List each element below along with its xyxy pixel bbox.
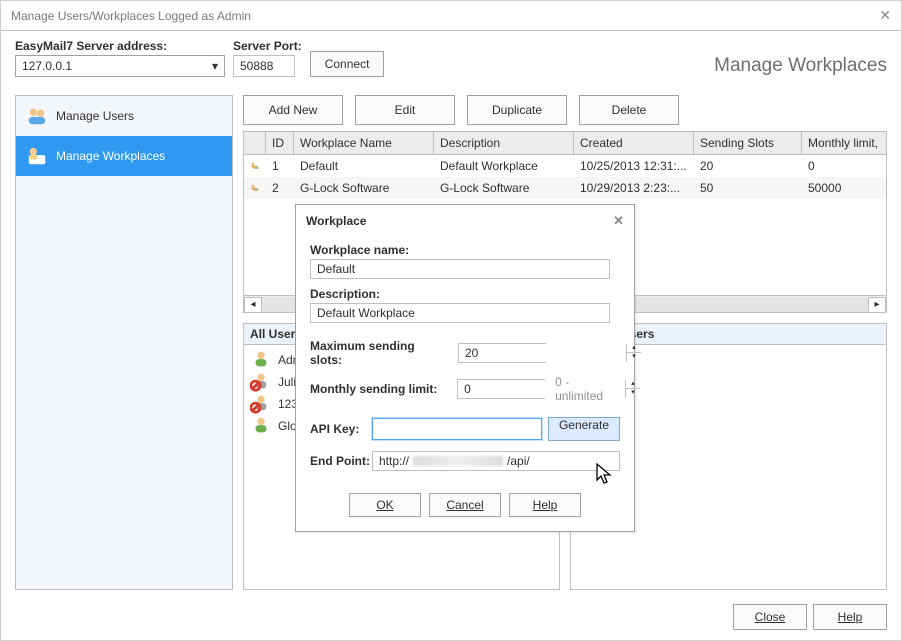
server-port-label: Server Port: <box>233 39 302 53</box>
monthly-limit-label: Monthly sending limit: <box>310 382 447 396</box>
user-ok-icon <box>250 349 272 371</box>
grid-header-desc[interactable]: Description <box>434 132 574 154</box>
window-close-icon[interactable]: ✕ <box>879 7 891 24</box>
sidebar-item-label: Manage Workplaces <box>56 149 165 163</box>
api-key-label: API Key: <box>310 422 366 436</box>
cell-created: 10/25/2013 12:31:... <box>574 157 694 175</box>
duplicate-button[interactable]: Duplicate <box>467 95 567 125</box>
cell-id: 1 <box>266 157 294 175</box>
section-heading: Manage Workplaces <box>714 55 887 77</box>
titlebar: Manage Users/Workplaces Logged as Admin … <box>1 1 901 31</box>
toolbar: Add New Edit Duplicate Delete <box>243 95 887 125</box>
scroll-left-icon[interactable]: ◂ <box>244 297 262 313</box>
description-label: Description: <box>310 287 620 301</box>
server-port-field: Server Port: <box>233 39 302 77</box>
footer: Close Help <box>733 604 887 630</box>
grid-header-slots[interactable]: Sending Slots <box>694 132 802 154</box>
max-slots-label: Maximum sending slots: <box>310 339 448 367</box>
combo-caret-icon[interactable]: ▾ <box>206 59 224 73</box>
api-key-input[interactable] <box>372 418 542 440</box>
workplace-icon <box>26 145 48 167</box>
grid-header-created[interactable]: Created <box>574 132 694 154</box>
cell-slots: 20 <box>694 157 802 175</box>
workplace-row-icon <box>244 157 266 175</box>
edit-button[interactable]: Edit <box>355 95 455 125</box>
workplace-dialog: Workplace ✕ Workplace name: Description:… <box>295 204 635 532</box>
cell-desc: G-Lock Software <box>434 179 574 197</box>
grid-header-limit[interactable]: Monthly limit, <box>802 132 886 154</box>
endpoint-label: End Point: <box>310 454 366 468</box>
endpoint-obscured <box>413 456 503 466</box>
server-port-input[interactable] <box>233 55 295 77</box>
dialog-title: Workplace <box>306 214 366 228</box>
sidebar-item-manage-users[interactable]: Manage Users <box>16 96 232 136</box>
max-slots-input[interactable] <box>459 344 626 362</box>
sidebar-item-manage-workplaces[interactable]: Manage Workplaces <box>16 136 232 176</box>
ok-button[interactable]: OK <box>349 493 421 517</box>
dialog-close-icon[interactable]: ✕ <box>613 213 624 229</box>
main-window: Manage Users/Workplaces Logged as Admin … <box>0 0 902 641</box>
users-icon <box>26 105 48 127</box>
help-button[interactable]: Help <box>813 604 887 630</box>
cell-limit: 50000 <box>802 179 886 197</box>
grid-header-icon[interactable] <box>244 132 266 154</box>
delete-button[interactable]: Delete <box>579 95 679 125</box>
spin-up-icon[interactable]: ▴ <box>626 380 640 389</box>
workplace-name-label: Workplace name: <box>310 243 620 257</box>
dialog-help-button[interactable]: Help <box>509 493 581 517</box>
cancel-button[interactable]: Cancel <box>429 493 501 517</box>
monthly-limit-spinner[interactable]: ▴ ▾ <box>457 379 545 399</box>
cell-slots: 50 <box>694 179 802 197</box>
server-address-input[interactable] <box>16 56 206 76</box>
generate-button[interactable]: Generate <box>548 417 620 441</box>
user-ok-icon <box>250 415 272 437</box>
table-row[interactable]: 2 G-Lock Software G-Lock Software 10/29/… <box>244 177 886 199</box>
cell-id: 2 <box>266 179 294 197</box>
cell-desc: Default Workplace <box>434 157 574 175</box>
cell-limit: 0 <box>802 157 886 175</box>
grid-header-name[interactable]: Workplace Name <box>294 132 434 154</box>
endpoint-input[interactable]: http:// /api/ <box>372 451 620 471</box>
cell-created: 10/29/2013 2:23:... <box>574 179 694 197</box>
workplace-name-input[interactable] <box>310 259 610 279</box>
server-address-combo[interactable]: ▾ <box>15 55 225 77</box>
user-blocked-icon <box>250 393 272 415</box>
spin-down-icon[interactable]: ▾ <box>627 353 641 362</box>
server-address-label: EasyMail7 Server address: <box>15 39 225 53</box>
max-slots-spinner[interactable]: ▴ ▾ <box>458 343 546 363</box>
endpoint-suffix: /api/ <box>507 454 530 468</box>
user-blocked-icon <box>250 371 272 393</box>
scroll-right-icon[interactable]: ▸ <box>868 297 886 313</box>
add-new-button[interactable]: Add New <box>243 95 343 125</box>
table-row[interactable]: 1 Default Default Workplace 10/25/2013 1… <box>244 155 886 177</box>
close-button[interactable]: Close <box>733 604 807 630</box>
spin-down-icon[interactable]: ▾ <box>626 389 640 398</box>
workplace-row-icon <box>244 179 266 197</box>
server-address-field: EasyMail7 Server address: ▾ <box>15 39 225 77</box>
sidebar-item-label: Manage Users <box>56 109 134 123</box>
grid-header-id[interactable]: ID <box>266 132 294 154</box>
description-input[interactable] <box>310 303 610 323</box>
window-title: Manage Users/Workplaces Logged as Admin <box>11 9 879 23</box>
cell-name: G-Lock Software <box>294 179 434 197</box>
monthly-limit-hint: 0 - unlimited <box>555 375 620 403</box>
cell-name: Default <box>294 157 434 175</box>
connection-row: EasyMail7 Server address: ▾ Server Port:… <box>1 31 901 88</box>
sidebar: Manage Users Manage Workplaces <box>15 95 233 590</box>
spin-up-icon[interactable]: ▴ <box>627 344 641 353</box>
connect-button[interactable]: Connect <box>310 51 385 77</box>
grid-header: ID Workplace Name Description Created Se… <box>244 132 886 155</box>
endpoint-prefix: http:// <box>379 454 409 468</box>
